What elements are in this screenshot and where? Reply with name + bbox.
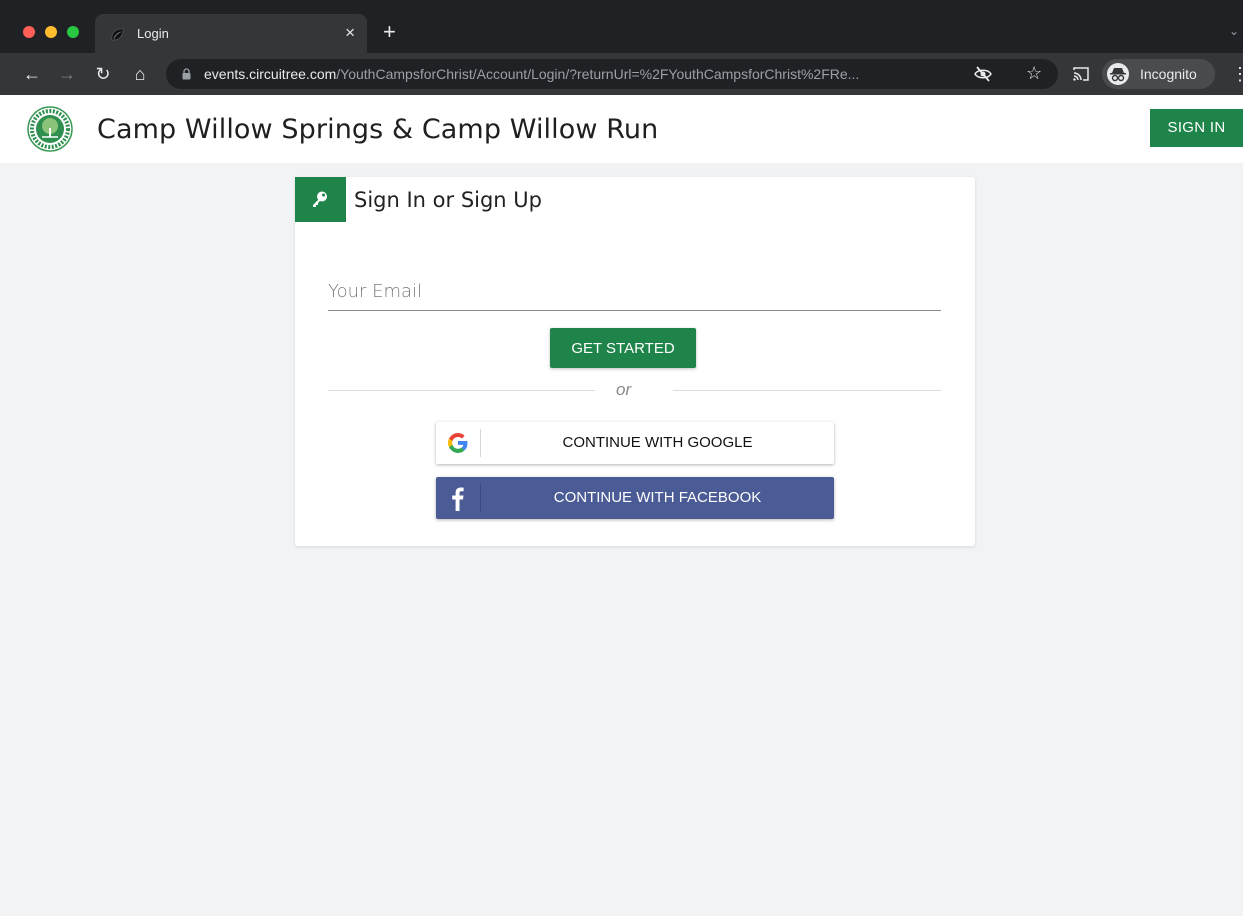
incognito-badge[interactable]: Incognito xyxy=(1102,59,1215,89)
maximize-window-button[interactable] xyxy=(67,26,79,38)
home-icon[interactable]: ⌂ xyxy=(129,63,151,85)
close-window-button[interactable] xyxy=(23,26,35,38)
site-header: Camp Willow Springs & Camp Willow Run SI… xyxy=(0,95,1243,163)
more-menu-icon[interactable]: ⋮ xyxy=(1231,63,1243,85)
youth-camps-for-christ-logo xyxy=(27,106,73,152)
url-path: /YouthCampsforChrist/Account/Login/?retu… xyxy=(336,66,860,82)
minimize-window-button[interactable] xyxy=(45,26,57,38)
get-started-button[interactable]: GET STARTED xyxy=(550,328,696,368)
tab-close-icon[interactable]: × xyxy=(345,23,355,43)
continue-with-facebook-button[interactable]: CONTINUE WITH FACEBOOK xyxy=(436,477,834,519)
browser-toolbar: ← → ↻ ⌂ events.circuitree.com/YouthCamps… xyxy=(0,53,1243,95)
key-icon xyxy=(313,191,327,207)
url-host: events.circuitree.com xyxy=(204,66,337,82)
incognito-label: Incognito xyxy=(1140,66,1197,82)
url-text: events.circuitree.com/YouthCampsforChris… xyxy=(204,66,964,82)
browser-tab-login[interactable]: Login × xyxy=(95,14,367,53)
facebook-icon xyxy=(452,487,464,511)
facebook-button-label: CONTINUE WITH FACEBOOK xyxy=(553,489,762,506)
sign-in-card: Sign In or Sign Up GET STARTED or CONTIN… xyxy=(295,177,975,546)
new-tab-button[interactable]: + xyxy=(383,20,396,44)
sign-in-button[interactable]: SIGN IN xyxy=(1150,109,1243,147)
google-icon xyxy=(448,433,468,453)
reload-icon[interactable]: ↻ xyxy=(92,63,114,85)
card-title: Sign In or Sign Up xyxy=(354,188,542,212)
email-field[interactable] xyxy=(328,273,941,311)
divider-left xyxy=(328,390,595,391)
tab-search-chevron-icon[interactable]: ⌄ xyxy=(1229,24,1239,38)
google-button-label: CONTINUE WITH GOOGLE xyxy=(562,434,753,451)
tab-title: Login xyxy=(137,26,169,41)
card-header-icon-box xyxy=(295,177,346,222)
site-title: Camp Willow Springs & Camp Willow Run xyxy=(97,114,659,145)
forward-arrow-icon[interactable]: → xyxy=(56,63,78,85)
cast-icon[interactable] xyxy=(1072,65,1090,83)
continue-with-google-button[interactable]: CONTINUE WITH GOOGLE xyxy=(436,422,834,464)
incognito-icon xyxy=(1107,63,1129,85)
bookmark-star-icon[interactable]: ☆ xyxy=(1026,62,1042,84)
address-bar[interactable]: events.circuitree.com/YouthCampsforChris… xyxy=(166,59,1058,89)
divider-or-text: or xyxy=(616,380,632,399)
divider-right xyxy=(673,390,941,391)
leaf-icon xyxy=(111,28,124,41)
lock-icon xyxy=(182,68,191,80)
back-arrow-icon[interactable]: ← xyxy=(21,63,43,85)
browser-tabbar: Login × + ⌄ xyxy=(0,0,1243,53)
eye-slash-icon[interactable] xyxy=(974,65,992,83)
